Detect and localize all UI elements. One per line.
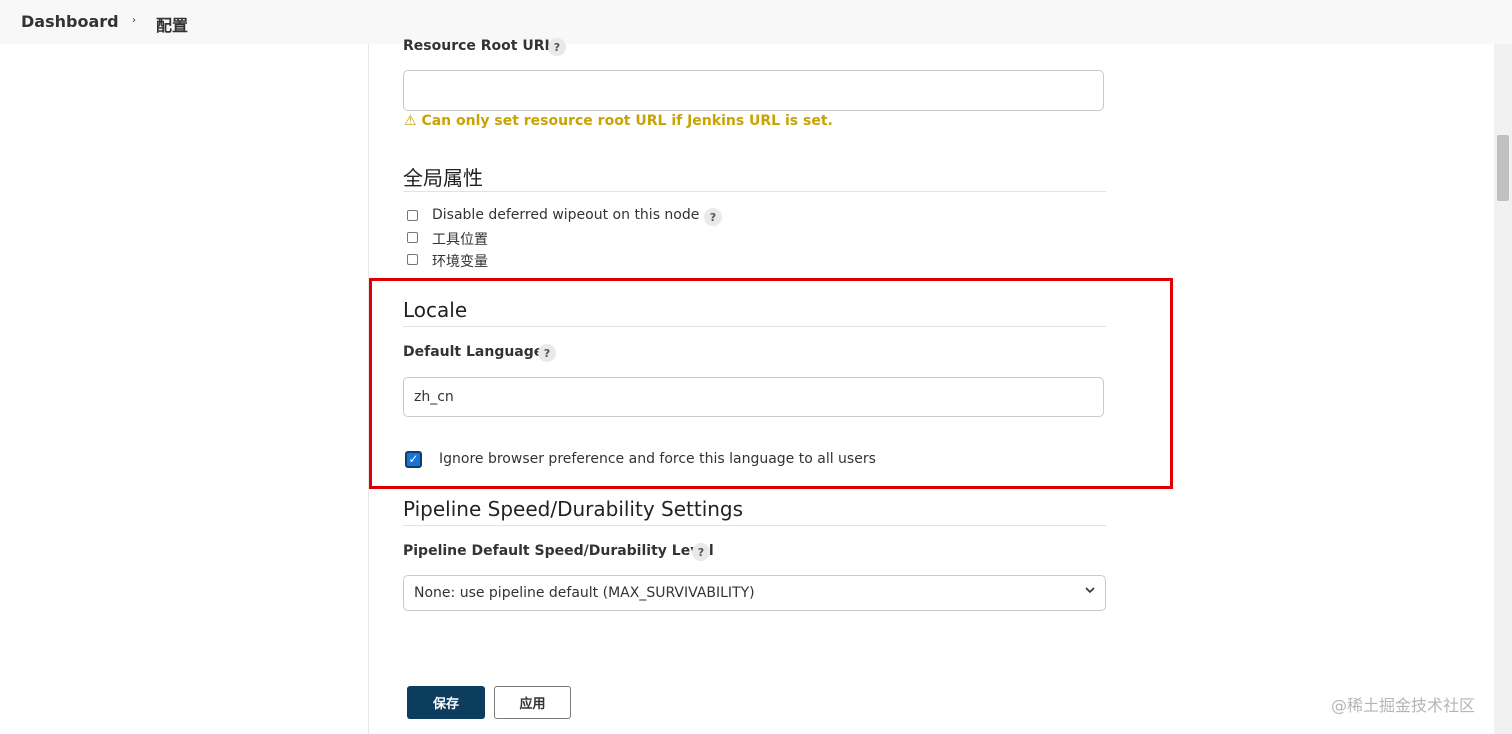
tool-locations-label[interactable]: 工具位置 <box>432 229 488 249</box>
section-divider <box>403 525 1106 526</box>
default-language-label: Default Language <box>403 344 544 360</box>
chevron-right-icon[interactable]: › <box>132 15 136 26</box>
scrollbar-thumb[interactable] <box>1497 135 1509 201</box>
breadcrumb: Dashboard › 配置 <box>0 0 1512 44</box>
sidebar-divider <box>368 44 369 734</box>
resource-root-url-input[interactable] <box>403 70 1104 111</box>
warning-icon: ⚠ <box>404 113 417 129</box>
force-language-label[interactable]: Ignore browser preference and force this… <box>439 451 876 467</box>
resource-root-warning: ⚠ Can only set resource root URL if Jenk… <box>404 113 833 129</box>
global-properties-title: 全局属性 <box>403 166 483 190</box>
breadcrumb-current: 配置 <box>156 16 189 35</box>
pipeline-level-select[interactable]: None: use pipeline default (MAX_SURVIVAB… <box>403 575 1106 611</box>
section-divider <box>403 326 1106 327</box>
pipeline-settings-title: Pipeline Speed/Durability Settings <box>403 497 744 521</box>
resource-root-url-label: Resource Root URL <box>403 38 554 54</box>
apply-button[interactable]: 应用 <box>494 686 571 719</box>
watermark: @稀土掘金技术社区 <box>1331 696 1476 715</box>
chevron-down-icon <box>1085 587 1095 594</box>
disable-deferred-wipeout-checkbox[interactable] <box>407 210 418 221</box>
environment-variables-checkbox[interactable] <box>407 254 418 265</box>
warning-text: Can only set resource root URL if Jenkin… <box>421 113 833 129</box>
pipeline-level-label: Pipeline Default Speed/Durability Level <box>403 543 714 559</box>
locale-title: Locale <box>403 298 468 322</box>
default-language-input[interactable]: zh_cn <box>403 377 1104 417</box>
breadcrumb-dashboard-link[interactable]: Dashboard <box>21 12 119 31</box>
save-button[interactable]: 保存 <box>407 686 485 719</box>
section-divider <box>403 191 1106 192</box>
disable-deferred-wipeout-label[interactable]: Disable deferred wipeout on this node <box>432 207 699 223</box>
pipeline-level-selected: None: use pipeline default (MAX_SURVIVAB… <box>414 585 755 601</box>
environment-variables-label[interactable]: 环境变量 <box>432 251 488 271</box>
tool-locations-checkbox[interactable] <box>407 232 418 243</box>
help-icon[interactable]: ? <box>548 38 566 56</box>
help-icon[interactable]: ? <box>704 208 722 226</box>
help-icon[interactable]: ? <box>692 543 710 561</box>
force-language-checkbox[interactable]: ✓ <box>405 451 422 468</box>
help-icon[interactable]: ? <box>538 344 556 362</box>
